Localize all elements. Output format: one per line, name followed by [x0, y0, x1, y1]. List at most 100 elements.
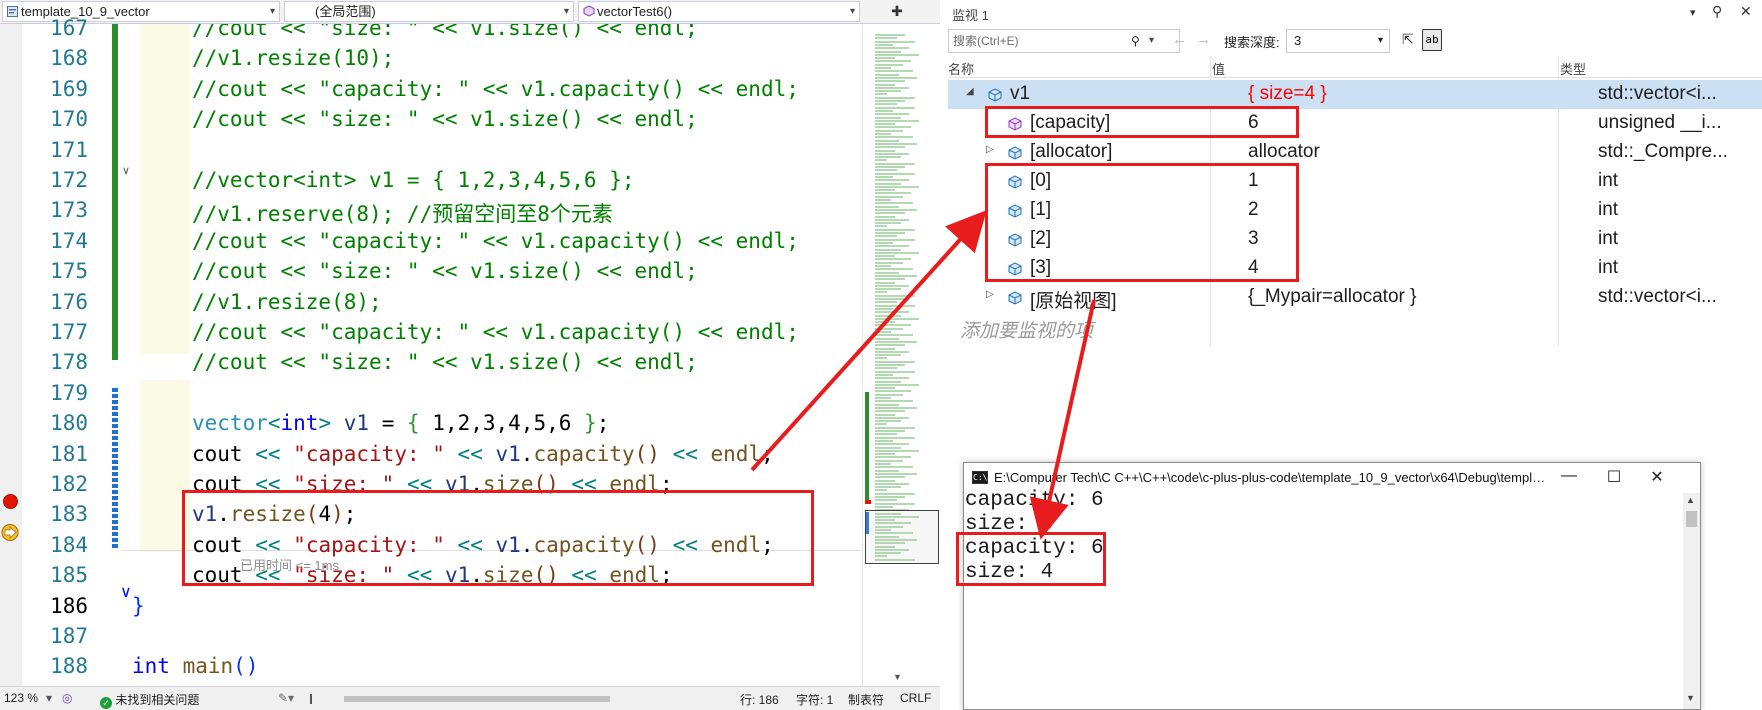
glyph-margin[interactable]	[0, 24, 22, 686]
watch-value[interactable]: allocator	[1248, 141, 1548, 163]
chevron-down-icon[interactable]: ▾	[1149, 30, 1154, 52]
minimap-line	[875, 265, 891, 267]
horizontal-scrollbar[interactable]	[344, 696, 610, 702]
pin-to-source-icon[interactable]: ⇱	[1402, 31, 1414, 48]
code-area[interactable]: ∨ ∨ //cout << "size: " << v1.size() << e…	[92, 24, 862, 686]
scroll-left-icon[interactable]	[310, 694, 312, 704]
watch-type: int	[1598, 199, 1619, 220]
check-icon: ✓	[100, 697, 112, 709]
code-token: //cout << "capacity: " << v1.capacity() …	[192, 228, 799, 253]
expand-toggle-icon[interactable]: ▷	[986, 289, 994, 300]
line-numbers: 167 168 169 170 171 172 173 174 175 176 177 178 179 1…	[22, 16, 92, 709]
minimap-line	[875, 278, 905, 281]
add-watch-placeholder[interactable]: 添加要监视的项	[960, 316, 1093, 343]
depth-dropdown[interactable]: 3 ▾	[1286, 29, 1390, 53]
minimap-line	[875, 331, 891, 333]
scroll-up-icon[interactable]: ▲	[1686, 495, 1695, 505]
code-minimap[interactable]	[862, 24, 940, 686]
scroll-down-icon[interactable]: ▼	[1686, 693, 1695, 703]
close-button[interactable]: ✕	[1647, 467, 1667, 487]
code-line[interactable]: //cout << "size: " << v1.size() << endl;	[192, 107, 698, 131]
fold-chevron-icon[interactable]: ∨	[120, 582, 132, 602]
cube-icon	[1008, 144, 1022, 160]
minimap-line	[875, 340, 917, 343]
code-line[interactable]: }	[132, 594, 145, 618]
search-icon[interactable]: ⚲	[1131, 30, 1140, 52]
code-token: <<	[457, 441, 483, 466]
code-line[interactable]: //v1.resize(10);	[192, 46, 394, 70]
minimap-viewport[interactable]	[865, 510, 939, 564]
watch-value[interactable]: { size=4 }	[1248, 83, 1548, 105]
minimap-line	[875, 90, 901, 93]
scrollbar-thumb[interactable]	[1686, 511, 1697, 527]
console-scrollbar[interactable]: ▲ ▼	[1683, 493, 1700, 709]
saved-change-indicator	[112, 24, 118, 360]
copilot-icon[interactable]: ◎	[62, 691, 72, 705]
code-line[interactable]: //cout << "capacity: " << v1.capacity() …	[192, 229, 799, 253]
fold-chevron-icon[interactable]: ∨	[122, 164, 130, 177]
column-name-header[interactable]: 名称	[948, 59, 974, 78]
line-number: 186	[50, 593, 88, 618]
watch-value[interactable]: {_Mypair=allocator }	[1248, 286, 1548, 308]
window-position-icon[interactable]: ▾	[1690, 6, 1696, 19]
minimap-line	[875, 476, 905, 479]
code-line[interactable]: //cout << "size: " << v1.size() << endl;	[192, 259, 698, 283]
code-line[interactable]: int main()	[132, 654, 258, 678]
minimap-line	[875, 449, 919, 452]
search-next-icon[interactable]: →	[1196, 31, 1211, 48]
watch-row[interactable]: ◢ v1 { size=4 } std::vector<i...	[948, 80, 1762, 109]
function-dropdown[interactable]: vectorTest6() ▾	[578, 1, 860, 22]
code-line[interactable]: //v1.resize(8);	[192, 290, 382, 314]
line-number: 184	[50, 532, 88, 557]
minimap-line	[875, 337, 899, 340]
minimap-line	[875, 294, 915, 297]
column-type-header[interactable]: 类型	[1560, 59, 1586, 78]
code-token: }	[584, 411, 597, 436]
code-line[interactable]: //cout << "size: " << v1.size() << endl;	[192, 24, 698, 40]
issues-indicator[interactable]: ✓ 未找到相关问题	[100, 691, 199, 709]
scroll-down-icon[interactable]: ▼	[893, 672, 902, 682]
code-line[interactable]: //cout << "capacity: " << v1.capacity() …	[192, 77, 799, 101]
pin-icon[interactable]: ⚲	[1712, 3, 1722, 20]
code-line[interactable]: //vector<int> v1 = { 1,2,3,4,5,6 };	[192, 168, 635, 192]
minimap-line	[875, 492, 915, 495]
code-token: =	[369, 411, 407, 436]
code-cleanup-icon[interactable]: ✎▾	[278, 691, 294, 705]
scope-dropdown[interactable]: (全局范围) ▾	[284, 1, 574, 22]
zoom-dropdown-icon[interactable]: ▾	[46, 691, 52, 705]
minimap-line	[875, 324, 911, 327]
maximize-button[interactable]: ☐	[1604, 467, 1624, 487]
watch-toolbar: 搜索(Ctrl+E) ⚲ ▾ ← → 搜索深度: 3 ▾ ⇱ ab	[940, 26, 1762, 56]
code-line[interactable]: //cout << "size: " << v1.size() << endl;	[192, 350, 698, 374]
close-icon[interactable]: ✕	[1740, 3, 1752, 20]
indent-indicator[interactable]: 制表符	[848, 691, 884, 708]
cube-icon	[1008, 289, 1022, 305]
expand-toggle-icon[interactable]: ◢	[966, 86, 974, 97]
watch-row[interactable]: ▷ [原始视图] {_Mypair=allocator } std::vector<i…	[948, 283, 1762, 312]
code-line[interactable]: cout << "capacity: " << v1.capacity() <<…	[192, 442, 774, 466]
minimize-button[interactable]: —	[1559, 467, 1579, 485]
console-line: capacity: 6	[965, 489, 1104, 512]
search-previous-icon[interactable]: ←	[1172, 31, 1187, 48]
minimap-line	[875, 301, 897, 304]
search-input[interactable]: 搜索(Ctrl+E) ⚲ ▾	[948, 29, 1180, 53]
code-token: ;	[596, 411, 610, 436]
column-value-header[interactable]: 值	[1212, 59, 1225, 78]
minimap-line	[875, 189, 895, 192]
minimap-line	[875, 268, 913, 271]
code-line[interactable]: //cout << "capacity: " << v1.capacity() …	[192, 320, 799, 344]
eol-indicator[interactable]: CRLF	[900, 691, 931, 705]
zoom-level[interactable]: 123 %	[4, 691, 38, 705]
code-line[interactable]: //v1.reserve(8); //预留空间至8个元素	[192, 198, 613, 228]
hex-display-icon[interactable]: ab	[1422, 29, 1442, 51]
minimap-line	[875, 245, 909, 248]
code-line[interactable]: vector<int> v1 = { 1,2,3,4,5,6 };	[192, 411, 609, 435]
breakpoint-icon[interactable]	[3, 494, 18, 509]
minimap-line	[875, 502, 915, 505]
expand-toggle-icon[interactable]: ▷	[986, 144, 994, 155]
code-editor-pane: template_10_9_vector ▾ (全局范围) ▾ vectorTe…	[0, 0, 940, 710]
split-window-icon[interactable]: ✚	[890, 3, 904, 19]
line-number: 167	[50, 16, 88, 40]
line-number: 169	[50, 76, 88, 101]
line-number: 170	[50, 107, 88, 132]
